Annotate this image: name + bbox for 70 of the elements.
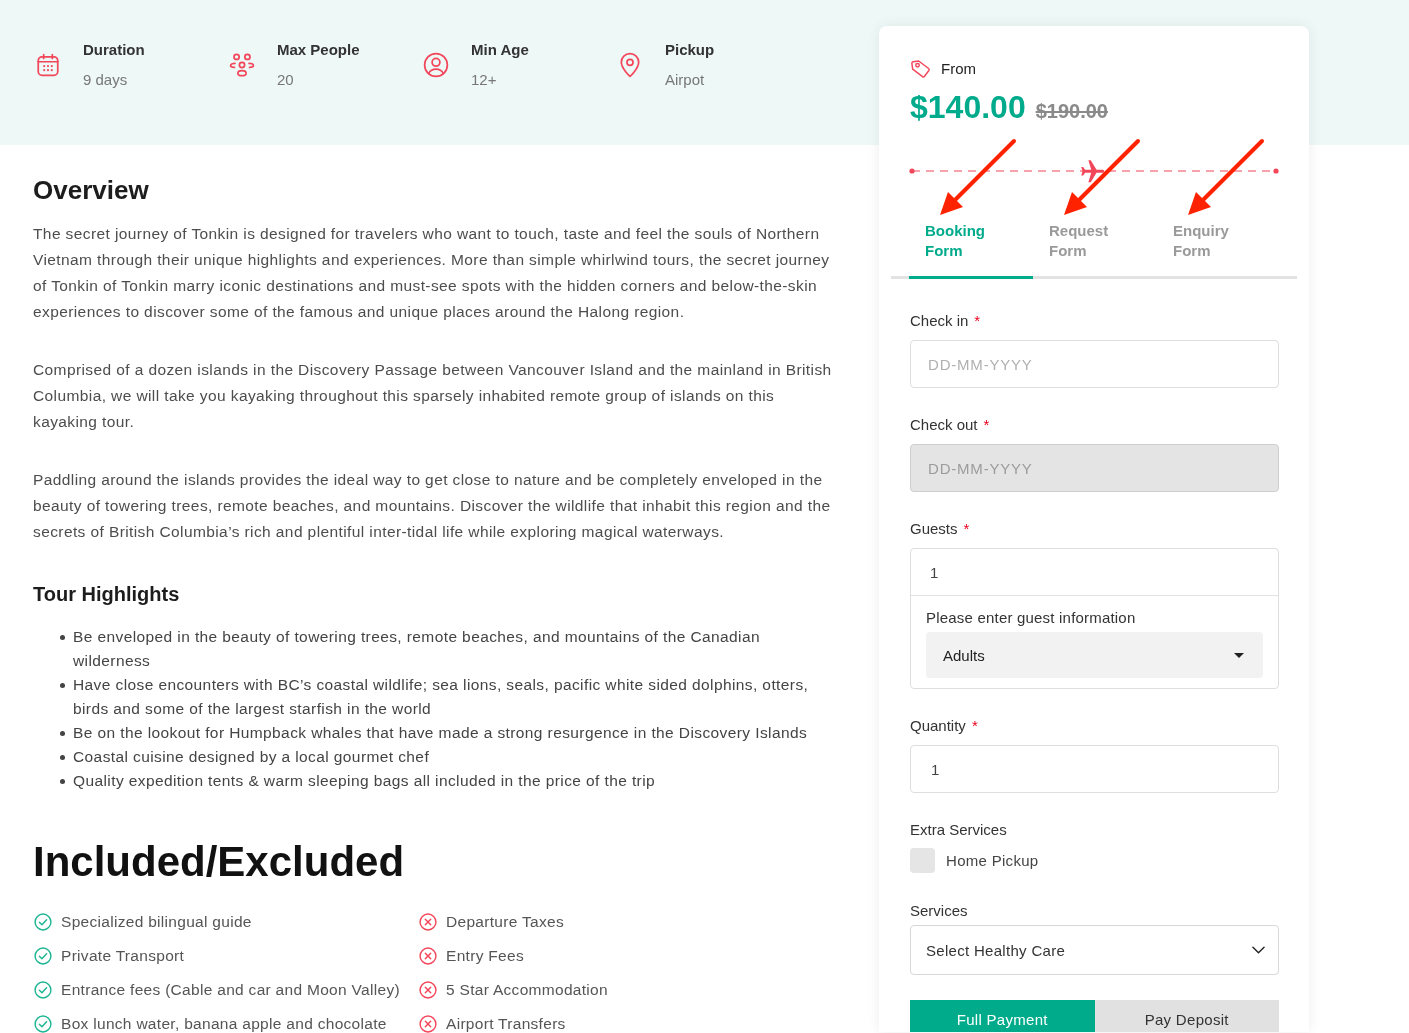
- excluded-item: Airport Transfers: [446, 1015, 566, 1033]
- field-label: Check out: [910, 415, 978, 435]
- bullet-icon: [60, 755, 65, 760]
- guests-input[interactable]: 1: [911, 549, 1278, 596]
- included-item: Specialized bilingual guide: [61, 913, 252, 931]
- required-asterisk: *: [971, 716, 978, 736]
- date-input[interactable]: DD-MM-YYYY: [910, 340, 1279, 388]
- included-item: Entrance fees (Cable and car and Moon Valley): [61, 981, 400, 999]
- x-circle-icon: [419, 981, 437, 999]
- x-circle-icon: [419, 1015, 437, 1033]
- price-tag-icon: [910, 58, 932, 80]
- field-label: Extra Services: [910, 820, 1007, 840]
- list-item-text: Coastal cuisine designed by a local gourmet chef: [73, 747, 430, 767]
- guests-field[interactable]: 1 Please enter guest information Adults: [910, 548, 1279, 689]
- field-label: Check in: [910, 311, 969, 331]
- paragraph: Comprised of a dozen islands in the Discovery Passage between Vancouver Island and the mainland in British Columbia, we will take you kayaking throughout this sparsely inhabited remote group of islands on this kayaking tour.: [33, 360, 833, 432]
- list-item-text: Be enveloped in the beauty of towering trees, remote beaches, and mountains of the Canadian wilderness: [73, 627, 761, 671]
- section-heading: Overview: [33, 174, 150, 206]
- section-heading: Included/Excluded: [33, 837, 406, 887]
- list-item-text: Quality expedition tents & warm sleeping bags all included in the price of the trip: [73, 771, 656, 791]
- section-heading: Tour Highlights: [33, 582, 181, 607]
- fact-label: Min Age: [471, 40, 529, 60]
- included-item: Box lunch water, banana apple and chocolate: [61, 1015, 387, 1033]
- caret-icon: [1234, 652, 1244, 658]
- bullet-icon: [60, 779, 65, 784]
- fact-value: Airpot: [665, 70, 706, 90]
- excluded-item: Departure Taxes: [446, 913, 564, 931]
- guest-type-select[interactable]: Adults: [926, 632, 1263, 678]
- required-asterisk: *: [983, 415, 990, 435]
- bullet-icon: [60, 635, 65, 640]
- people-group-icon: [229, 52, 255, 78]
- included-item: Private Transport: [61, 947, 185, 965]
- payment-button[interactable]: Pay Deposit: [1094, 1000, 1279, 1032]
- check-circle-icon: [34, 1015, 52, 1033]
- check-circle-icon: [34, 947, 52, 965]
- map-pin-icon: [617, 52, 643, 78]
- paragraph: Paddling around the islands provides the ideal way to get close to nature and be completely enveloped in the beauty of towering trees, remote beaches, and mountains. Discover the wildlife that inhabit this region and the secrets of British Columbia’s rich and plentiful inter-tidal life while exploring magical waterways.: [33, 470, 832, 542]
- old-price: $190.00: [1035, 100, 1108, 123]
- list-item-text: Be on the lookout for Humpback whales that have made a strong resurgence in the Discovery Islands: [73, 723, 808, 743]
- bullet-icon: [60, 683, 65, 688]
- bullet-icon: [60, 731, 65, 736]
- required-asterisk: *: [974, 311, 981, 331]
- field-label: Guests: [910, 519, 958, 539]
- excluded-item: 5 Star Accommodation: [446, 981, 608, 999]
- calendar-icon: [35, 52, 61, 78]
- x-circle-icon: [419, 913, 437, 931]
- list-item-text: Have close encounters with BC’s coastal wildlife; sea lions, seals, pacific white sided dolphins, otters, birds and some of the largest starfish in the world: [73, 675, 810, 719]
- guest-info-label: Please enter guest information: [926, 608, 1137, 628]
- price: $140.00: [910, 88, 1026, 126]
- price-label: From: [941, 59, 976, 79]
- field-label: Quantity: [910, 716, 966, 736]
- fact-label: Duration: [83, 40, 145, 60]
- checkbox-label: Home Pickup: [946, 852, 1039, 869]
- field-label: Services: [910, 901, 968, 921]
- fact-label: Pickup: [665, 40, 715, 60]
- chevron-down-icon: [1252, 946, 1265, 954]
- excluded-item: Entry Fees: [446, 947, 524, 965]
- fact-value: 12+: [471, 70, 498, 90]
- fact-value: 9 days: [83, 70, 129, 90]
- fact-label: Max People: [277, 40, 360, 60]
- services-select[interactable]: Select Healthy Care: [910, 925, 1279, 975]
- paragraph: The secret journey of Tonkin is designed for travelers who want to touch, taste and feel the souls of Northern Vietnam through their unique highlights and experiences. More than simple whirlwind tours, the secret journey of Tonkin of Tonkin marry iconic destinations and must-see spots with the hidden corners and below-the-skin experiences to discover some of the famous and unique places around the Halong region.: [33, 224, 831, 322]
- x-circle-icon: [419, 947, 437, 965]
- check-circle-icon: [34, 981, 52, 999]
- required-asterisk: *: [963, 519, 970, 539]
- quantity-input[interactable]: 1: [910, 745, 1279, 793]
- user-circle-icon: [423, 52, 449, 78]
- checkbox[interactable]: [910, 848, 935, 873]
- check-circle-icon: [34, 913, 52, 931]
- fact-value: 20: [277, 70, 295, 90]
